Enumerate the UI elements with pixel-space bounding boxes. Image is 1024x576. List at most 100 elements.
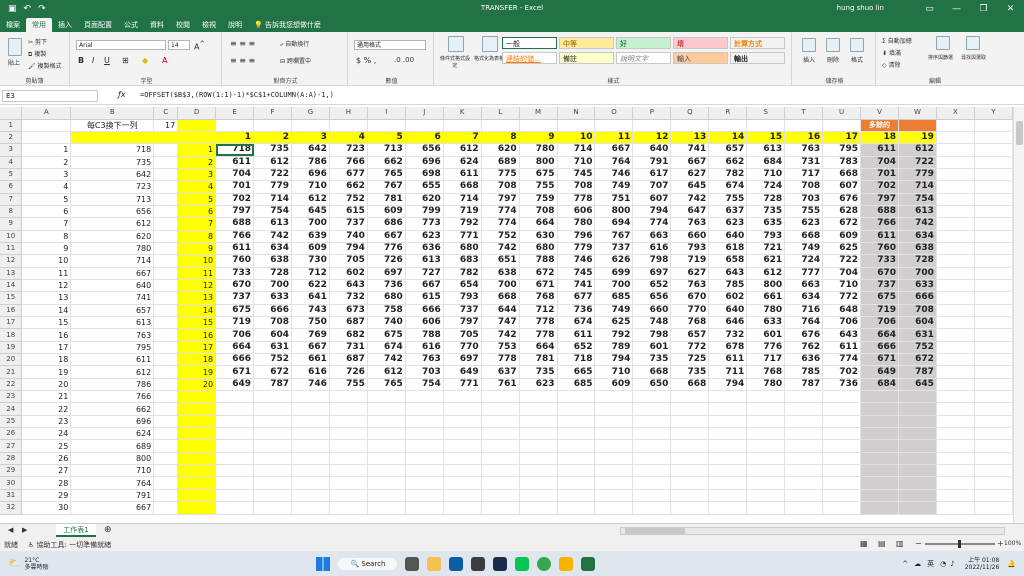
cell[interactable]	[898, 119, 937, 132]
italic-icon[interactable]: I	[92, 56, 94, 65]
cell[interactable]: 780	[519, 143, 558, 157]
cell[interactable]: 767	[367, 180, 406, 194]
cell[interactable]: 737	[329, 217, 368, 231]
font-size-box[interactable]: 14	[168, 40, 190, 50]
cell[interactable]: 633	[253, 291, 292, 305]
cell[interactable]	[936, 464, 975, 478]
cell[interactable]: 5	[177, 193, 217, 206]
find-select-icon[interactable]	[966, 36, 980, 50]
row-header[interactable]: 8	[0, 205, 23, 219]
cell[interactable]: 17	[21, 341, 72, 355]
row-header[interactable]: 13	[0, 267, 23, 280]
cell[interactable]: 700	[253, 279, 292, 293]
cell[interactable]: 15	[21, 316, 72, 330]
restore-icon[interactable]: ❐	[970, 0, 997, 17]
cell[interactable]: 714	[70, 254, 155, 268]
cell[interactable]	[784, 427, 824, 441]
cell[interactable]: 631	[898, 328, 937, 342]
cell[interactable]: 9	[21, 242, 72, 256]
delete-cells-button[interactable]: 刪除	[827, 55, 839, 64]
cell[interactable]	[708, 415, 748, 429]
cell[interactable]: 612	[746, 267, 786, 280]
style-normal[interactable]: 一般	[502, 37, 557, 49]
cell[interactable]: 9	[519, 131, 558, 145]
cell[interactable]	[481, 476, 520, 490]
cut-button[interactable]: ✂ 剪下	[28, 37, 47, 46]
cell[interactable]: 735	[519, 365, 558, 379]
cell[interactable]: 611	[70, 353, 155, 367]
conditional-format-button[interactable]: 條件式格式設定	[440, 55, 470, 69]
cell[interactable]: 787	[253, 378, 292, 392]
cell[interactable]	[670, 402, 710, 416]
cell[interactable]: 613	[253, 217, 292, 231]
cell[interactable]	[974, 378, 1013, 392]
cell[interactable]: 23	[21, 415, 72, 429]
cell[interactable]: 623	[519, 378, 558, 392]
cell[interactable]: 728	[898, 254, 937, 268]
cell[interactable]: 20	[177, 378, 217, 392]
cell[interactable]: 800	[70, 452, 155, 466]
cell[interactable]: 688	[860, 205, 899, 219]
cell[interactable]: 13	[21, 291, 72, 305]
cell[interactable]: 16	[784, 131, 824, 145]
cell[interactable]	[936, 267, 975, 280]
cell[interactable]	[153, 180, 179, 194]
cell[interactable]: 4	[21, 180, 72, 194]
cell[interactable]: 27	[21, 464, 72, 478]
cell[interactable]: 718	[215, 143, 255, 157]
cell[interactable]: 711	[708, 365, 748, 379]
cell[interactable]: 1	[177, 143, 217, 157]
cell[interactable]	[860, 390, 899, 404]
cell[interactable]: 726	[329, 365, 368, 379]
cell[interactable]: 5	[21, 193, 72, 206]
cell[interactable]	[557, 427, 596, 441]
cell[interactable]: 793	[746, 230, 786, 243]
cell[interactable]	[291, 427, 330, 441]
cell[interactable]: 716	[784, 304, 824, 318]
cell[interactable]	[153, 143, 179, 157]
cell[interactable]: 776	[746, 341, 786, 355]
cell[interactable]: 601	[632, 341, 672, 355]
cell[interactable]: 657	[70, 304, 155, 318]
row-header[interactable]: 19	[0, 341, 23, 355]
cell[interactable]: 705	[443, 328, 482, 342]
cell[interactable]	[291, 464, 330, 478]
cell[interactable]: 797	[443, 316, 482, 330]
cell[interactable]: 765	[367, 168, 406, 182]
cell[interactable]: 786	[291, 156, 330, 169]
cell[interactable]: 728	[253, 267, 292, 280]
cell[interactable]: 696	[405, 156, 444, 169]
cell[interactable]	[936, 156, 975, 169]
cell[interactable]	[177, 476, 217, 490]
cell[interactable]: 705	[329, 254, 368, 268]
tab-formulas[interactable]: 公式	[118, 18, 144, 32]
cell[interactable]	[936, 328, 975, 342]
cell[interactable]: 714	[253, 193, 292, 206]
cell[interactable]: 763	[405, 353, 444, 367]
cell[interactable]: 769	[291, 328, 330, 342]
cell[interactable]: 675	[215, 304, 255, 318]
row-header[interactable]: 21	[0, 365, 23, 379]
cell[interactable]: 667	[70, 267, 155, 280]
style-input[interactable]: 輸入	[673, 52, 728, 64]
cell[interactable]: 697	[443, 353, 482, 367]
cell[interactable]	[974, 427, 1013, 441]
cell[interactable]: 710	[291, 180, 330, 194]
cell[interactable]	[557, 476, 596, 490]
cell[interactable]: 752	[253, 353, 292, 367]
cell[interactable]: 611	[215, 242, 255, 256]
cell[interactable]: 607	[632, 193, 672, 206]
cell[interactable]	[481, 402, 520, 416]
cell[interactable]: 710	[557, 156, 596, 169]
cell[interactable]	[708, 476, 748, 490]
cell[interactable]: 671	[860, 353, 899, 367]
cell[interactable]: 615	[329, 205, 368, 219]
cell[interactable]	[784, 402, 824, 416]
cell[interactable]: 791	[70, 489, 155, 503]
cell[interactable]: 726	[367, 254, 406, 268]
cell[interactable]: 708	[481, 180, 520, 194]
cell[interactable]: 700	[594, 279, 634, 293]
cell[interactable]: 786	[70, 378, 155, 392]
cell[interactable]	[936, 353, 975, 367]
cell[interactable]	[974, 291, 1013, 305]
